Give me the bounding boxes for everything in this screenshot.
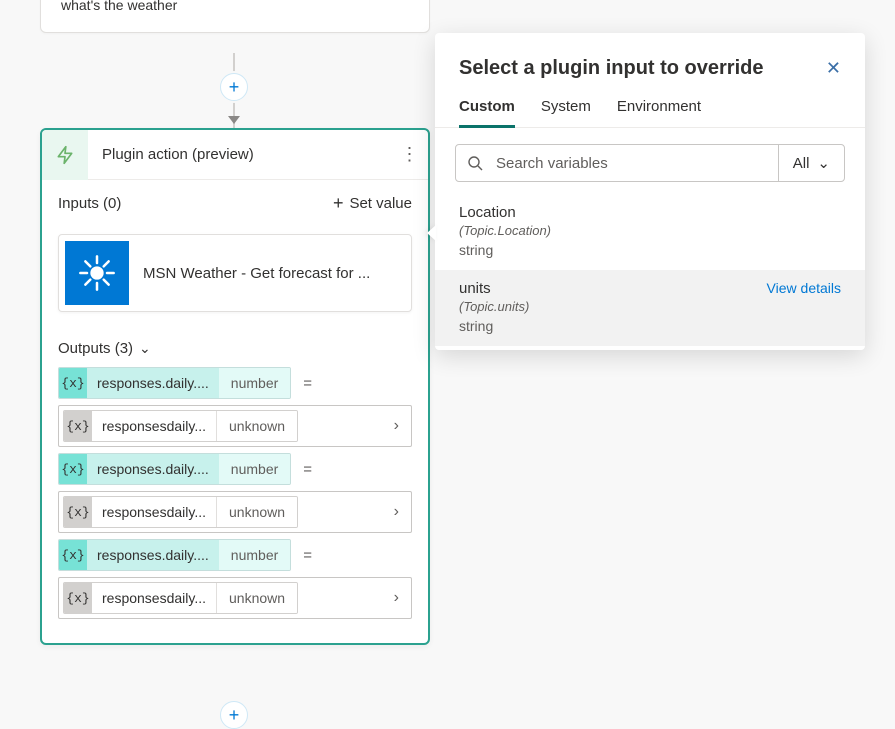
variable-item-path: (Topic.Location) bbox=[459, 223, 551, 238]
filter-label: All bbox=[793, 155, 810, 172]
variable-icon: {x} bbox=[59, 540, 87, 570]
tab-system[interactable]: System bbox=[541, 98, 591, 127]
add-node-button[interactable]: + bbox=[220, 73, 248, 101]
variable-item[interactable]: Location (Topic.Location) string bbox=[435, 194, 865, 270]
outputs-toggle[interactable]: Outputs (3) ⌄ bbox=[58, 340, 151, 357]
set-value-button[interactable]: + Set value bbox=[333, 194, 412, 212]
arrow-down-icon bbox=[228, 116, 240, 124]
tab-custom[interactable]: Custom bbox=[459, 98, 515, 128]
variable-type: number bbox=[219, 454, 290, 484]
variable-chip[interactable]: {x}responses.daily....number bbox=[58, 367, 291, 399]
action-title: MSN Weather - Get forecast for ... bbox=[129, 265, 370, 282]
output-row[interactable]: {x}responsesdaily...unknown › bbox=[58, 491, 412, 533]
variable-name: responsesdaily... bbox=[92, 411, 216, 441]
variable-icon: {x} bbox=[64, 497, 92, 527]
node-header: Plugin action (preview) ⋮ bbox=[42, 130, 428, 180]
chevron-right-icon[interactable]: › bbox=[394, 589, 407, 607]
search-icon bbox=[456, 155, 494, 171]
variable-name: responsesdaily... bbox=[92, 497, 216, 527]
output-row[interactable]: {x}responses.daily....number = bbox=[58, 367, 412, 399]
chevron-right-icon[interactable]: › bbox=[394, 417, 407, 435]
variable-icon: {x} bbox=[59, 368, 87, 398]
close-button[interactable]: ✕ bbox=[826, 58, 841, 79]
view-details-link[interactable]: View details bbox=[767, 280, 841, 296]
equals-sign: = bbox=[299, 547, 312, 564]
tab-environment[interactable]: Environment bbox=[617, 98, 701, 127]
variable-name: responsesdaily... bbox=[92, 583, 216, 613]
plus-icon: + bbox=[333, 194, 344, 212]
plugin-action-node[interactable]: Plugin action (preview) ⋮ Inputs (0) + S… bbox=[40, 128, 430, 645]
chevron-right-icon[interactable]: › bbox=[394, 503, 407, 521]
plugin-action-tile[interactable]: MSN Weather - Get forecast for ... bbox=[58, 234, 412, 312]
variable-chip[interactable]: {x}responsesdaily...unknown bbox=[63, 410, 298, 442]
add-node-button[interactable]: + bbox=[220, 701, 248, 729]
variable-chip[interactable]: {x}responsesdaily...unknown bbox=[63, 582, 298, 614]
variable-icon: {x} bbox=[64, 411, 92, 441]
chevron-down-icon: ⌄ bbox=[817, 154, 830, 172]
trigger-node[interactable]: get weather what's the weather bbox=[40, 0, 430, 33]
bolt-icon bbox=[42, 130, 88, 180]
variable-item-type: string bbox=[459, 318, 841, 334]
variable-item-path: (Topic.units) bbox=[459, 299, 529, 314]
filter-dropdown[interactable]: All ⌄ bbox=[778, 145, 844, 181]
variable-chip[interactable]: {x}responsesdaily...unknown bbox=[63, 496, 298, 528]
variable-picker-panel: Select a plugin input to override ✕ Cust… bbox=[435, 33, 865, 350]
equals-sign: = bbox=[299, 375, 312, 392]
plus-icon: + bbox=[229, 705, 240, 726]
variable-icon: {x} bbox=[64, 583, 92, 613]
weather-icon bbox=[65, 241, 129, 305]
variable-item-name: Location bbox=[459, 204, 551, 221]
outputs-label: Outputs (3) bbox=[58, 340, 133, 357]
set-value-label: Set value bbox=[349, 195, 412, 212]
output-row[interactable]: {x}responsesdaily...unknown › bbox=[58, 405, 412, 447]
variable-item-type: string bbox=[459, 242, 841, 258]
variable-name: responses.daily.... bbox=[87, 454, 219, 484]
variable-chip[interactable]: {x}responses.daily....number bbox=[58, 453, 291, 485]
output-row[interactable]: {x}responsesdaily...unknown › bbox=[58, 577, 412, 619]
plus-icon: + bbox=[229, 77, 240, 98]
node-title: Plugin action (preview) bbox=[88, 146, 392, 163]
trigger-phrase: what's the weather bbox=[61, 0, 409, 16]
variable-type: number bbox=[219, 540, 290, 570]
variable-list: Location (Topic.Location) string units (Topi… bbox=[435, 194, 865, 346]
panel-title: Select a plugin input to override bbox=[459, 57, 763, 80]
variable-icon: {x} bbox=[59, 454, 87, 484]
chevron-down-icon: ⌄ bbox=[139, 340, 151, 357]
node-menu-button[interactable]: ⋮ bbox=[392, 144, 428, 165]
equals-sign: = bbox=[299, 461, 312, 478]
variable-item[interactable]: units (Topic.units) View details string bbox=[435, 270, 865, 346]
search-input[interactable] bbox=[494, 154, 778, 173]
panel-tabs: Custom System Environment bbox=[435, 98, 865, 128]
variable-type: number bbox=[219, 368, 290, 398]
search-row: All ⌄ bbox=[455, 144, 845, 182]
variable-name: responses.daily.... bbox=[87, 540, 219, 570]
variable-name: responses.daily.... bbox=[87, 368, 219, 398]
output-row[interactable]: {x}responses.daily....number = bbox=[58, 453, 412, 485]
variable-type: unknown bbox=[216, 411, 297, 441]
variable-item-name: units bbox=[459, 280, 529, 297]
variable-chip[interactable]: {x}responses.daily....number bbox=[58, 539, 291, 571]
output-row[interactable]: {x}responses.daily....number = bbox=[58, 539, 412, 571]
variable-type: unknown bbox=[216, 583, 297, 613]
inputs-label: Inputs (0) bbox=[58, 195, 121, 212]
variable-type: unknown bbox=[216, 497, 297, 527]
